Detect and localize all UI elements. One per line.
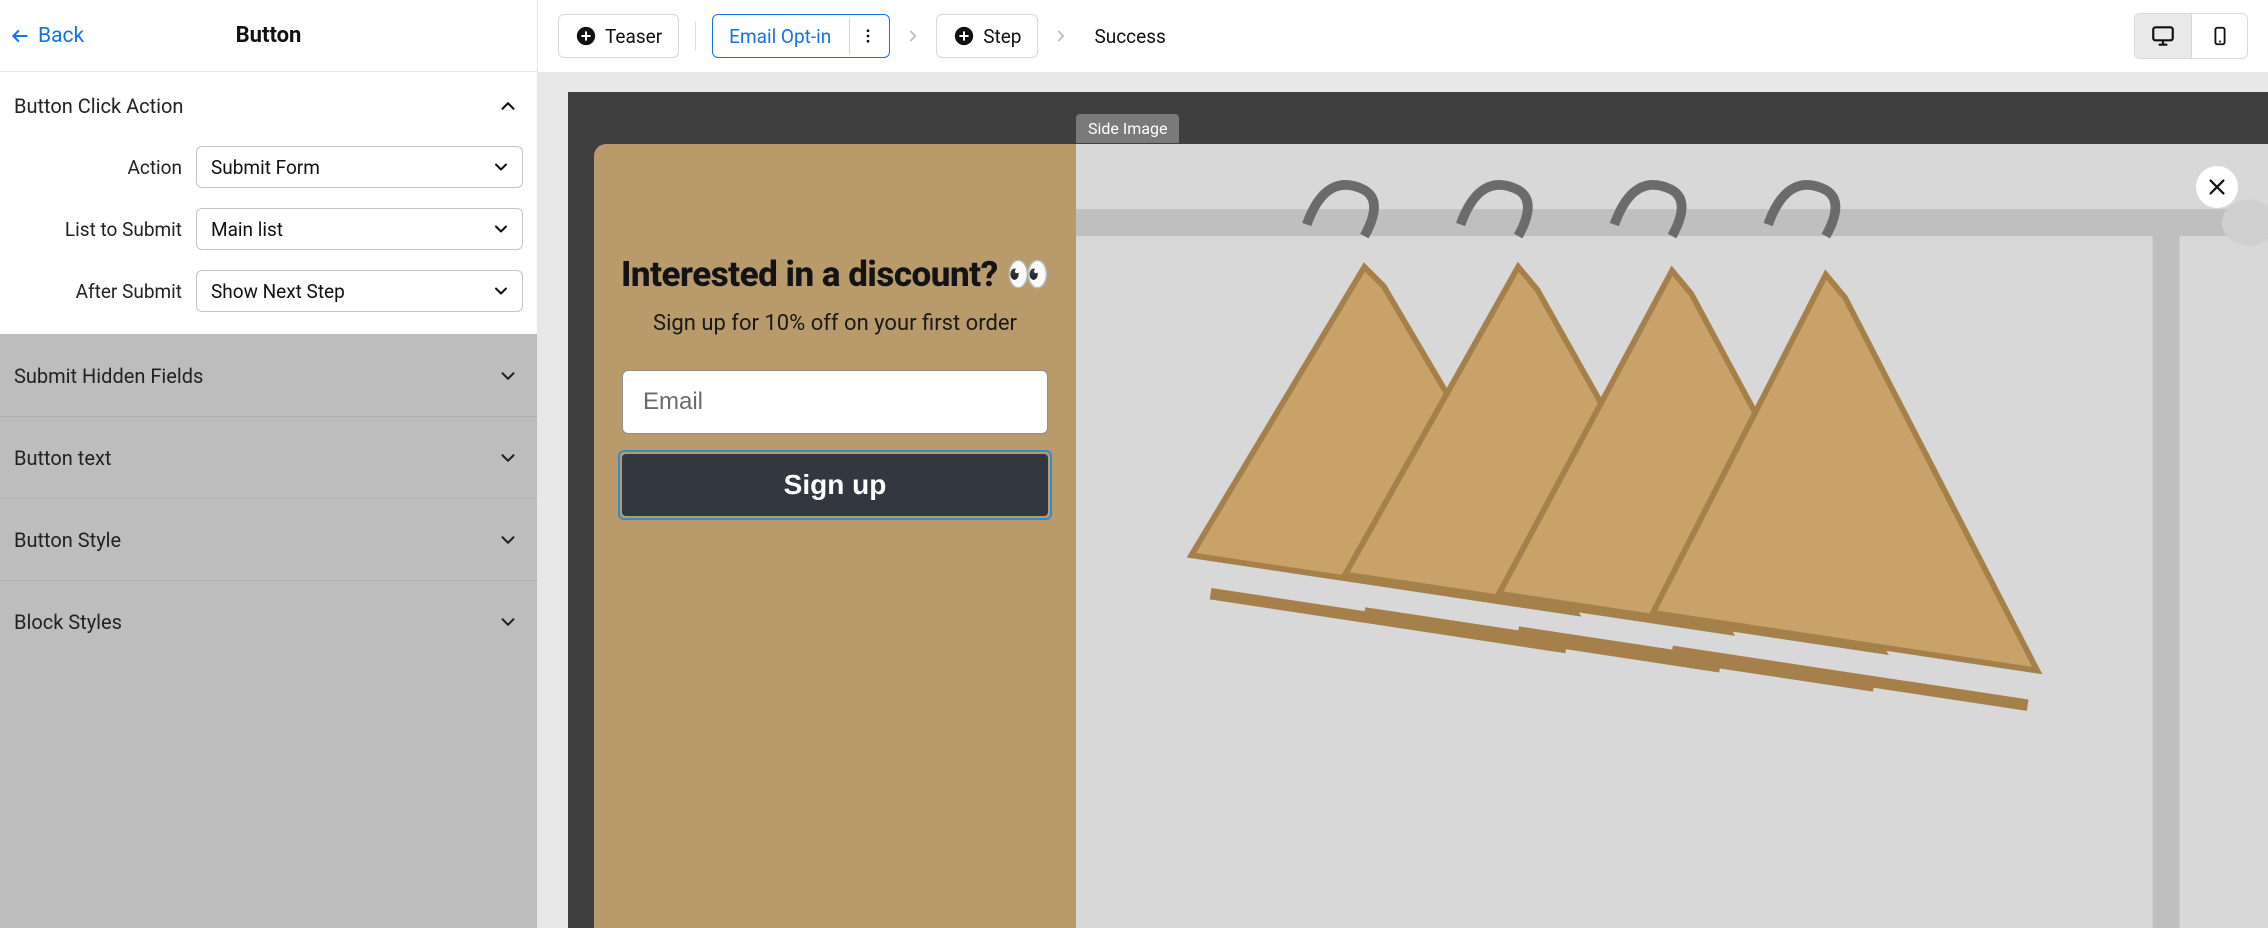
step-label: Step [983,25,1021,48]
device-mobile-button[interactable] [2191,14,2247,58]
back-button[interactable]: Back [10,24,84,48]
select-value: Show Next Step [196,270,523,312]
step-divider [695,21,696,51]
back-label: Back [38,24,84,48]
list-select[interactable]: Main list [196,208,523,250]
canvas-wrap: Side Image Interested in a discount? 👀 S… [538,72,2268,928]
popup-subtitle: Sign up for 10% off on your first order [653,311,1017,336]
section-title: Block Styles [14,610,122,634]
device-desktop-button[interactable] [2135,14,2191,58]
top-bar: Teaser Email Opt-in Step Success [538,0,2268,72]
desktop-icon [2150,23,2176,49]
section-block-styles[interactable]: Block Styles [0,580,537,662]
field-label: List to Submit [14,218,182,241]
device-toggle [2134,13,2248,59]
popup-email-input[interactable] [622,370,1048,434]
step-success[interactable]: Success [1084,14,1175,58]
chevron-right-icon [904,27,922,45]
close-icon [2206,176,2228,198]
field-list-to-submit: List to Submit Main list [0,198,537,260]
select-value: Submit Form [196,146,523,188]
plus-circle-icon [953,25,975,47]
popup-close-button[interactable] [2196,166,2238,208]
popup-form-side: Interested in a discount? 👀 Sign up for … [594,144,1076,928]
settings-panel: Back Button Button Click Action Action S… [0,0,538,928]
section-submit-hidden-fields[interactable]: Submit Hidden Fields [0,334,537,416]
section-button-text[interactable]: Button text [0,416,537,498]
section-title: Submit Hidden Fields [14,364,203,388]
step-step[interactable]: Step [936,14,1038,58]
canvas: Side Image Interested in a discount? 👀 S… [568,92,2268,928]
collapsed-sections: Submit Hidden Fields Button text Button … [0,334,537,928]
field-action: Action Submit Form [0,136,537,198]
field-label: Action [14,156,182,179]
after-submit-select[interactable]: Show Next Step [196,270,523,312]
more-vertical-icon [859,27,877,45]
step-menu-button[interactable] [849,18,885,54]
section-button-style[interactable]: Button Style [0,498,537,580]
action-select[interactable]: Submit Form [196,146,523,188]
section-title: Button Click Action [14,94,183,118]
section-title: Button Style [14,528,121,552]
hanger-image [1076,144,2268,928]
chevron-down-icon [497,447,519,469]
step-breadcrumb: Teaser Email Opt-in Step Success [558,14,1176,58]
chevron-down-icon [497,529,519,551]
popup-image-side[interactable] [1076,144,2268,928]
field-label: After Submit [14,280,182,303]
chevron-down-icon [497,365,519,387]
step-label: Success [1094,25,1165,48]
step-label: Email Opt-in [729,25,831,48]
popup-signup-button[interactable]: Sign up [622,454,1048,516]
arrow-left-icon [10,26,30,46]
popup-button-selected: Sign up [618,450,1052,520]
mobile-icon [2209,25,2231,47]
popup-title: Interested in a discount? 👀 [621,254,1049,295]
popup: Interested in a discount? 👀 Sign up for … [594,144,2268,928]
panel-title: Button [236,23,302,48]
panel-header: Back Button [0,0,537,72]
plus-circle-icon [575,25,597,47]
chevron-down-icon [497,611,519,633]
section-title: Button text [14,446,111,470]
chevron-up-icon [497,95,519,117]
step-label: Teaser [605,25,662,48]
step-email-optin[interactable]: Email Opt-in [712,14,890,58]
field-after-submit: After Submit Show Next Step [0,260,537,334]
preview-panel: Teaser Email Opt-in Step Success [538,0,2268,928]
section-button-click-action[interactable]: Button Click Action [0,72,537,136]
side-image-label: Side Image [1076,114,1179,143]
chevron-right-icon [1052,27,1070,45]
step-teaser[interactable]: Teaser [558,14,679,58]
select-value: Main list [196,208,523,250]
